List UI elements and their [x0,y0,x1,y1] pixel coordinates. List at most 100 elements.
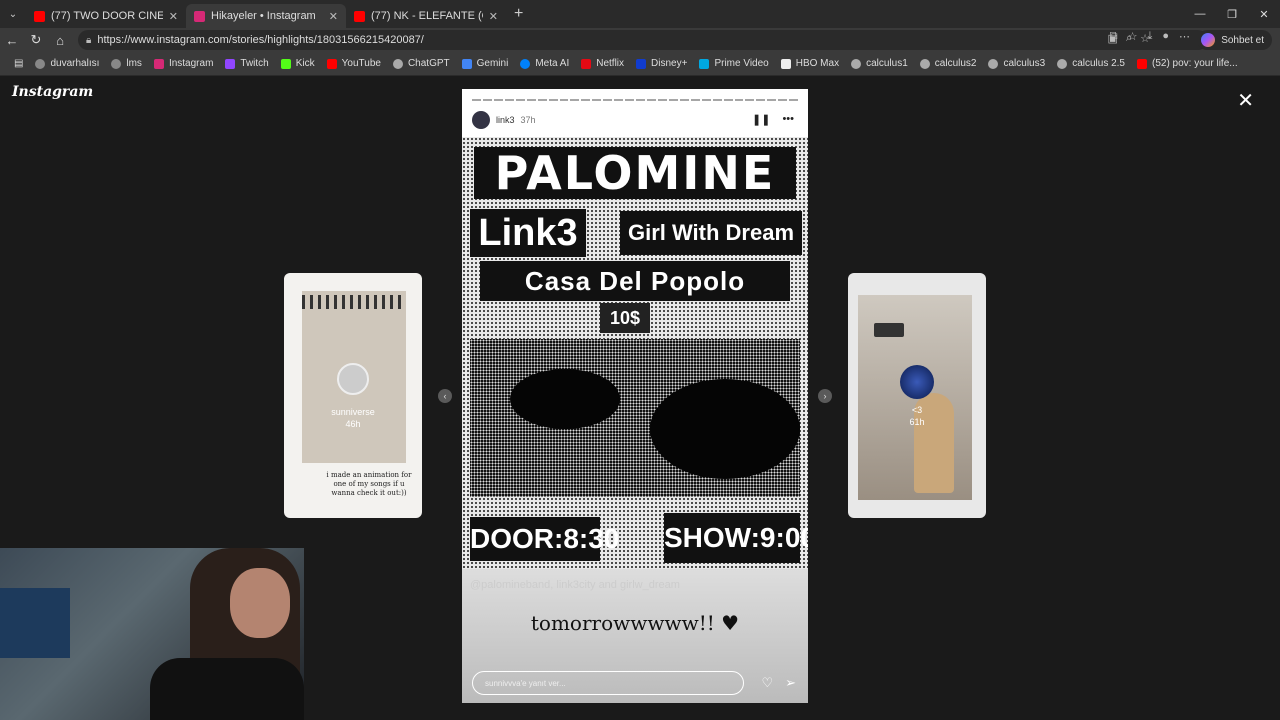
story-age: 61h [909,417,925,427]
pause-icon[interactable]: ❚❚ [752,113,770,126]
avatar [900,365,934,399]
tab-bar: ⌄ (77) TWO DOOR CINEMA CLUB | S ✕ Hikaye… [0,0,1280,28]
bookmark-item[interactable]: Twitch [219,58,274,69]
bookmark-item[interactable]: duvarhalısı [29,58,105,69]
poster-venue: Casa Del Popolo [480,261,790,301]
instagram-icon [194,10,205,22]
story-username: sunniverse [331,407,375,417]
new-tab-button[interactable]: + [514,5,523,23]
bookmark-item[interactable]: ChatGPT [387,58,456,69]
bookmark-item[interactable]: Prime Video [693,58,774,69]
hbo-icon [780,58,791,69]
poster-price: 10$ [600,303,650,333]
progress-segment [592,99,602,101]
close-tab-icon[interactable]: ✕ [169,10,178,23]
progress-segment [789,99,799,101]
story-label: <3 [911,405,923,415]
progress-segment [625,99,635,101]
bookmark-label: calculus1 [866,58,908,69]
instagram-logo[interactable]: Instagram [12,84,93,100]
progress-segment [515,99,525,101]
youtube-icon [326,58,337,69]
home-button[interactable]: ⌂ [48,33,72,48]
bookmark-item[interactable]: YouTube [321,58,387,69]
bookmark-item[interactable]: Kick [275,58,321,69]
story-mentions[interactable]: @palomineband, link3city and girlw_dream [470,579,680,591]
close-icon[interactable]: ✕ [1237,88,1254,113]
send-icon[interactable]: ➢ [785,675,796,691]
progress-segment [701,99,711,101]
bookmark-label: duvarhalısı [50,58,100,69]
bookmark-item[interactable]: lms [105,58,148,69]
progress-segment [636,99,645,101]
close-tab-icon[interactable]: ✕ [329,10,338,23]
progress-segment [472,99,481,101]
next-story-card[interactable]: <3 61h [848,273,986,518]
bookmark-item[interactable]: calculus1 [845,58,914,69]
avatar[interactable] [472,111,490,129]
story-controls: ❚❚ ••• [752,113,794,126]
story-username[interactable]: link3 [496,115,515,125]
progress-segment [778,99,788,101]
restore-icon[interactable]: ❐ [1216,0,1248,28]
bookmark-item[interactable]: (52) pov: your life... [1131,58,1244,69]
poster-show-time: SHOW:9:00 [664,513,808,563]
downloads-icon[interactable]: ⤓ [1147,30,1152,43]
tab-actions-menu[interactable]: ⌄ [0,0,26,28]
bookmark-item[interactable]: calculus3 [982,58,1051,69]
bookmark-item[interactable]: Meta AI [514,58,575,69]
bookmark-label: Meta AI [535,58,570,69]
close-tab-icon[interactable]: ✕ [489,10,498,23]
tab-elefante[interactable]: (77) NK - ELEFANTE (Official Video ✕ [346,4,506,28]
event-poster: PALOMINE Link3 Girl With Dream Casa Del … [462,137,808,569]
favorites-icon[interactable]: ☆ [1128,30,1138,43]
back-button[interactable]: ← [0,33,24,48]
bookmark-label: calculus 2.5 [1072,58,1125,69]
bookmark-item[interactable]: calculus2 [914,58,983,69]
webcam-overlay [0,548,304,720]
heart-icon[interactable]: ♡ [761,675,773,691]
minimize-icon[interactable]: — [1184,0,1216,28]
story-age: 46h [345,419,361,429]
refresh-button[interactable]: ↻ [24,32,48,48]
more-icon[interactable]: ⋯ [1179,30,1190,43]
globe-icon [1057,58,1068,69]
reading-list-icon[interactable]: ▤ [8,58,29,69]
copilot-button[interactable]: Sohbet et [1197,30,1272,50]
badge-icon [874,323,904,337]
tab-instagram[interactable]: Hikayeler • Instagram ✕ [186,4,346,28]
bookmark-item[interactable]: Gemini [456,58,515,69]
bookmark-label: Prime Video [714,58,769,69]
tab-two-door[interactable]: (77) TWO DOOR CINEMA CLUB | S ✕ [26,4,186,28]
bookmark-item[interactable]: Disney+ [630,58,693,69]
youtube-icon [354,10,365,22]
reply-input[interactable]: sunnivvva'e yanıt ver... [472,671,744,695]
story-header: link3 37h [472,109,536,131]
profile-icon[interactable]: ● [1162,30,1169,43]
bookmark-label: HBO Max [795,58,840,69]
bookmark-item[interactable]: HBO Max [775,58,845,69]
bookmark-label: (52) pov: your life... [1152,58,1238,69]
story-time: 37h [520,115,536,125]
window-controls: — ❐ ✕ [1184,0,1280,28]
bookmark-item[interactable]: calculus 2.5 [1051,58,1131,69]
url-field[interactable]: 🔒︎ https://www.instagram.com/stories/hig… [78,30,1208,50]
bookmark-label: Gemini [476,58,509,69]
story-footer: @palomineband, link3city and girlw_dream… [462,569,808,703]
bookmark-item[interactable]: Instagram [148,58,219,69]
progress-segment [690,99,700,101]
previous-arrow-icon[interactable]: ‹ [438,389,452,403]
progress-segment [712,99,722,101]
more-options-icon[interactable]: ••• [782,113,794,126]
extensions-icon[interactable]: ⧉ [1110,30,1118,43]
bookmark-item[interactable]: Netflix [575,58,630,69]
previous-story-card[interactable]: sunniverse 46h i made an animation for o… [284,273,422,518]
next-arrow-icon[interactable]: › [818,389,832,403]
bookmarks-bar: ▤ duvarhalısı lms Instagram Twitch Kick … [0,52,1280,76]
bookmark-label: Disney+ [651,58,688,69]
person-shirt [150,658,304,720]
poster-door-time: DOOR:8:30 [470,517,619,561]
current-story[interactable]: link3 37h ❚❚ ••• PALOMINE Link3 Girl Wit… [462,89,808,703]
close-window-icon[interactable]: ✕ [1248,0,1280,28]
address-bar-row: ← ↻ ⌂ 🔒︎ https://www.instagram.com/stori… [0,28,1280,52]
